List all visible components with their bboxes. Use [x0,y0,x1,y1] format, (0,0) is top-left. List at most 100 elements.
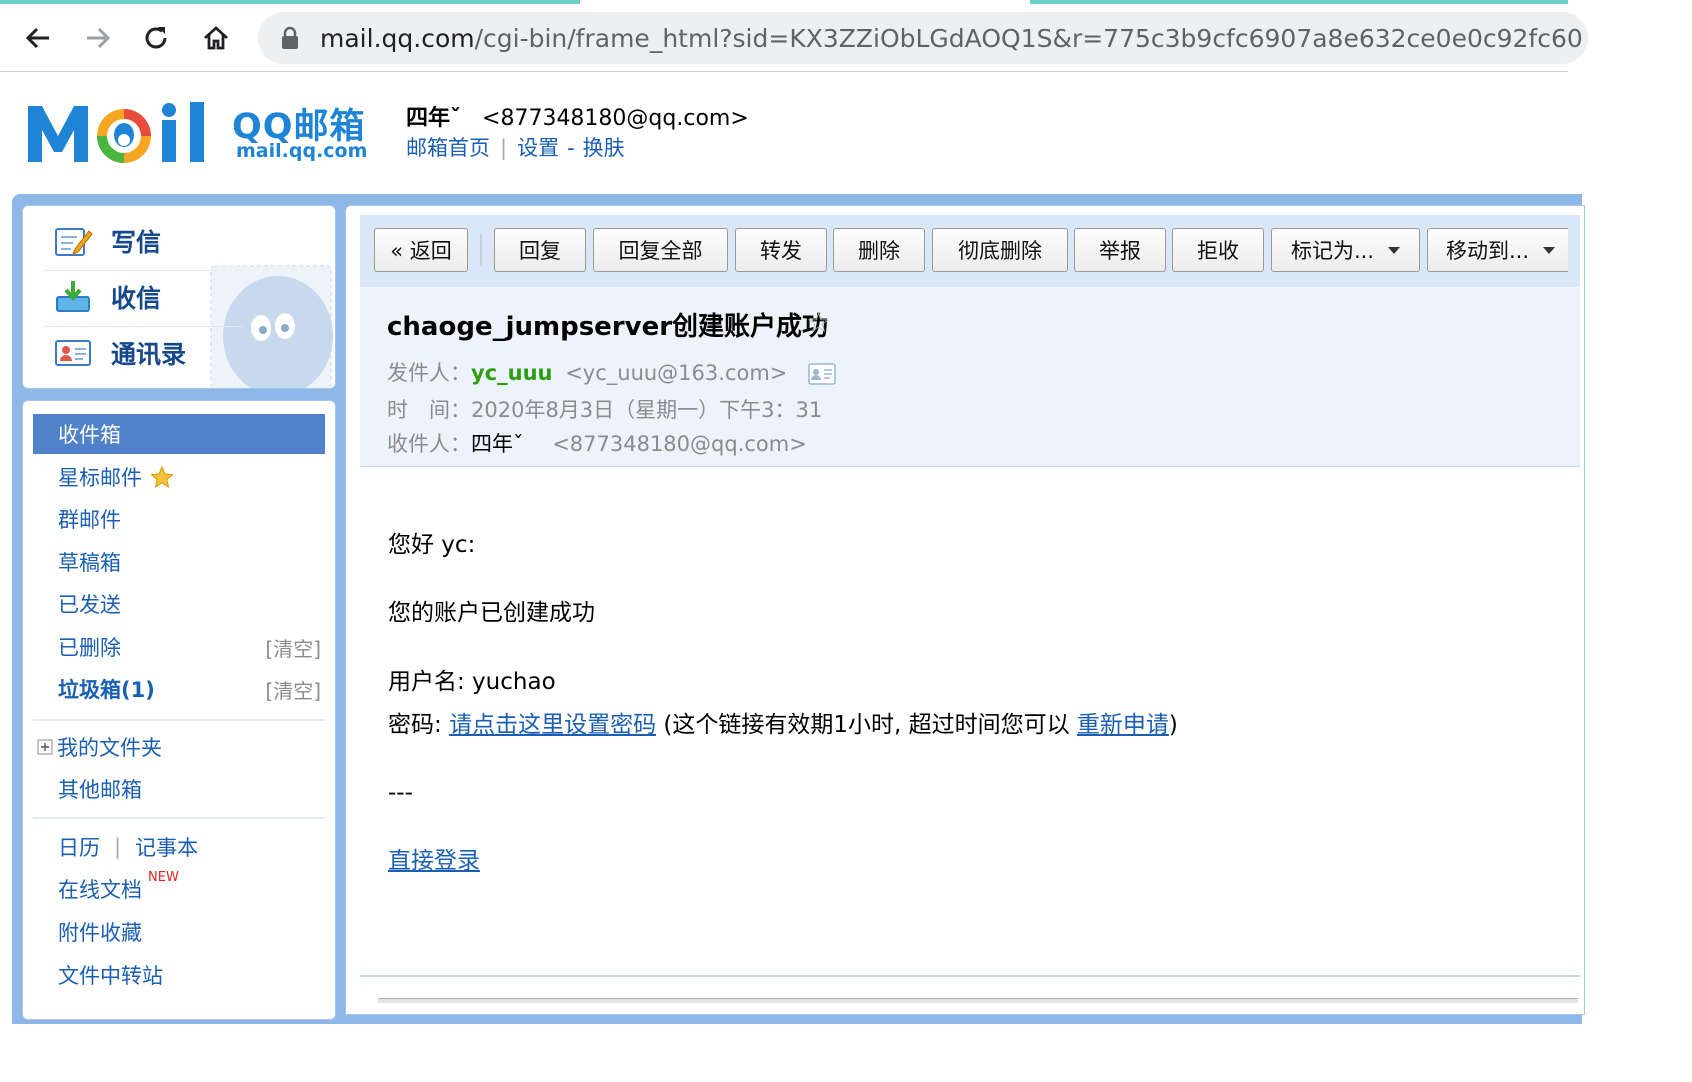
file-transfer-link[interactable]: 文件中转站 [33,955,325,995]
time-row: 时 间：2020年8月3日（星期一）下午3：31 [387,394,822,424]
message-subject: chaoge_jumpserver创建账户成功 [387,312,829,342]
folder-starred[interactable]: 星标邮件 [33,457,325,497]
reject-button[interactable]: 拒收 [1172,228,1264,272]
calendar-link[interactable]: 日历 [58,832,100,862]
body-line: 您的账户已创建成功 [388,600,595,626]
notepad-link[interactable]: 记事本 [135,832,198,862]
to-label: 收件人： [387,432,471,456]
body-separator: --- [388,780,413,806]
browser-tab-strip [0,0,580,4]
user-name: 四年ˇ [406,106,462,131]
folder-label: 已删除 [58,636,121,660]
contacts-card-icon [55,340,91,366]
header-links: 邮箱首页 | 设置 - 换肤 [406,132,625,162]
password-prefix: 密码: [388,712,450,738]
sidebar-divider [33,719,325,721]
online-docs-label: 在线文档 [58,878,142,902]
to-row: 收件人：四年ˇ <877348180@qq.com> [387,428,807,458]
back-arrow-icon[interactable] [20,20,56,56]
other-mailboxes[interactable]: 其他邮箱 [33,769,325,809]
time-label: 时 间： [387,398,471,422]
logo-text-en: mail.qq.com [236,140,368,162]
sidebar-actions: 写信 收信 通讯录 [22,205,336,389]
reply-button[interactable]: 回复 [494,228,586,272]
sender-name[interactable]: yc_uuu [471,361,553,385]
body-username: 用户名: yuchao [388,669,556,695]
folder-label: 收件箱 [58,423,121,447]
folder-deleted[interactable]: 已删除 [清空] [33,627,325,667]
mark-as-dropdown[interactable]: 标记为... [1271,228,1420,272]
link-separator: | [500,136,508,160]
folder-label: 星标邮件 [58,466,142,490]
toolbar-separator [480,234,482,266]
reload-icon[interactable] [138,20,174,56]
mark-as-label: 标记为... [1290,239,1375,263]
empty-spam-link[interactable]: [清空] [265,675,321,704]
time-value: 2020年8月3日（星期一）下午3：31 [471,398,823,422]
home-icon[interactable] [198,20,234,56]
contacts-button[interactable]: 通讯录 [53,328,186,378]
attachments-label: 附件收藏 [58,921,142,945]
settings-link[interactable]: 设置 [517,136,559,160]
contacts-label: 通讯录 [111,340,187,369]
receive-button[interactable]: 收信 [53,272,161,322]
report-button[interactable]: 举报 [1074,228,1166,272]
forward-arrow-icon[interactable] [80,20,116,56]
recipient-email: <877348180@qq.com> [552,432,807,456]
compose-icon [55,228,93,256]
chevron-down-icon [1543,246,1556,254]
body-bottom-rule [360,975,1580,977]
folder-group-mail[interactable]: 群邮件 [33,499,325,539]
set-password-link[interactable]: 请点击这里设置密码 [449,712,656,738]
back-button[interactable]: « 返回 [374,228,468,272]
receive-label: 收信 [111,284,162,313]
folder-spam[interactable]: 垃圾箱(1) [清空] [33,669,325,709]
body-password-line: 密码: 请点击这里设置密码 (这个链接有效期1小时, 超过时间您可以 重新申请) [388,708,1178,742]
sender-email: <yc_uuu@163.com> [565,361,788,385]
online-docs-link[interactable]: 在线文档 NEW [33,869,325,909]
folder-drafts[interactable]: 草稿箱 [33,542,325,582]
chevron-down-icon [1388,246,1401,254]
expand-plus-icon[interactable] [37,739,53,755]
compose-label: 写信 [111,228,162,257]
delete-button[interactable]: 删除 [833,228,925,272]
sidebar-divider [33,817,325,819]
contact-card-icon[interactable] [808,363,836,385]
lock-icon[interactable] [280,26,300,54]
empty-deleted-link[interactable]: [清空] [265,633,321,662]
browser-toolbar: mail.qq.com/cgi-bin/frame_html?sid=KX3ZZ… [0,0,1588,72]
browser-tab-strip-right [1030,0,1568,4]
file-transfer-label: 文件中转站 [58,964,163,988]
user-email: <877348180@qq.com> [482,106,749,131]
folder-sent[interactable]: 已发送 [33,584,325,624]
my-folders[interactable]: 我的文件夹 [33,727,325,767]
sidebar-folders: 收件箱 星标邮件 群邮件 草稿箱 已发送 已删除 [清空] 垃圾箱(1) [清空… [22,400,336,1020]
from-row: 发件人：yc_uuu <yc_uuu@163.com> [387,357,836,387]
mail-home-link[interactable]: 邮箱首页 [406,136,490,160]
url-path: /cgi-bin/frame_html?sid=KX3ZZiObLGdAOQ1S… [474,23,1583,53]
delete-permanently-button[interactable]: 彻底删除 [932,228,1068,272]
reply-all-button[interactable]: 回复全部 [593,228,728,272]
move-to-dropdown[interactable]: 移动到... [1427,228,1568,272]
folder-label: 群邮件 [58,508,121,532]
folder-inbox[interactable]: 收件箱 [33,414,325,454]
address-bar[interactable]: mail.qq.com/cgi-bin/frame_html?sid=KX3ZZ… [258,12,1588,64]
qqmail-logo[interactable] [26,100,226,170]
mail-header: QQ邮箱 mail.qq.com 四年ˇ <877348180@qq.com> … [0,72,1568,194]
direct-login-link[interactable]: 直接登录 [388,848,480,874]
forward-button[interactable]: 转发 [735,228,827,272]
reapply-link[interactable]: 重新申请 [1077,712,1169,738]
folder-label: 已发送 [58,593,121,617]
my-folders-label: 我的文件夹 [57,736,162,760]
sidebar-divider [43,326,243,327]
tools-row: 日历 | 记事本 [33,827,325,867]
skin-link[interactable]: 换肤 [583,136,625,160]
compose-button[interactable]: 写信 [53,216,161,266]
body-greeting: 您好 yc: [388,532,476,558]
folder-label: 草稿箱 [58,551,121,575]
from-label: 发件人： [387,361,471,385]
sidebar-divider [43,270,243,271]
folder-label: 垃圾箱(1) [58,678,155,702]
attachments-link[interactable]: 附件收藏 [33,912,325,952]
star-outline-icon[interactable]: ☆ [806,306,831,339]
